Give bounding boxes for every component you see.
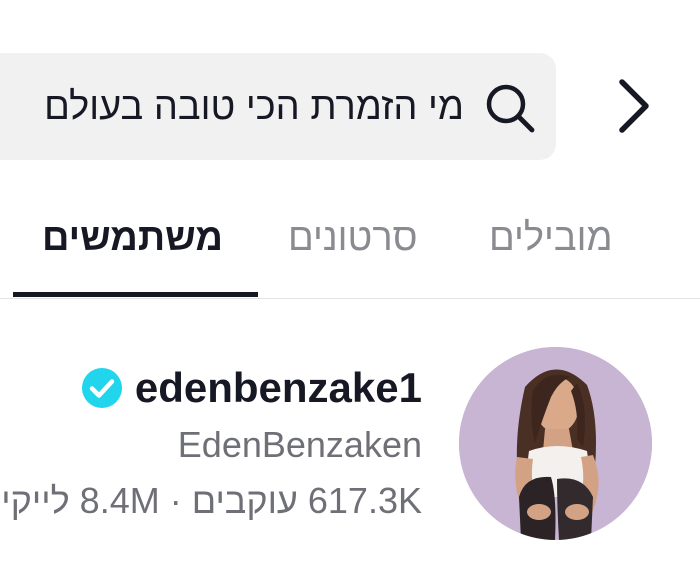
likes-label: לייקים (0, 480, 70, 521)
search-icon (486, 84, 535, 133)
followers-count: 617.3K (307, 480, 422, 521)
tab-top[interactable]: מובילים (489, 217, 613, 260)
search-query-text: מי הזמרת הכי טובה בעולם (44, 85, 464, 128)
tab-videos[interactable]: סרטונים (288, 217, 418, 260)
followers-label: עוקבים (191, 480, 298, 521)
display-name: EdenBenzaken (177, 424, 422, 465)
search-input[interactable]: מי הזמרת הכי טובה בעולם (0, 53, 556, 160)
user-result-row[interactable]: edenbenzake1 EdenBenzaken 617.3K עוקבים … (0, 330, 700, 560)
active-tab-indicator (13, 292, 258, 297)
username-line: edenbenzake1 (81, 367, 422, 409)
tab-users[interactable]: משתמשים (42, 217, 223, 260)
stats-separator: · (169, 480, 182, 521)
verified-badge-icon (81, 368, 122, 408)
avatar[interactable] (459, 347, 652, 540)
likes-count: 8.4M (79, 480, 160, 521)
results-tabs: מובילים סרטונים משתמשים (0, 195, 700, 299)
chevron-right-icon (619, 79, 649, 133)
user-stats: 617.3K עוקבים · 8.4M לייקים (0, 483, 422, 519)
divider (0, 298, 700, 299)
search-results-screen: מי הזמרת הכי טובה בעולם מובילים סרטונים … (0, 0, 700, 586)
avatar-image (459, 347, 652, 540)
username: edenbenzake1 (134, 364, 422, 411)
back-button[interactable] (604, 70, 664, 142)
